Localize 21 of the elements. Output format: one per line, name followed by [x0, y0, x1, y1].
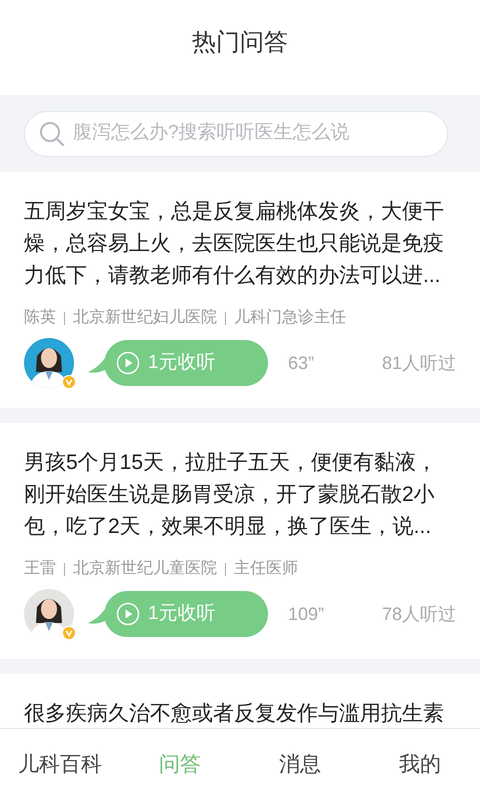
question-text[interactable]: 五周岁宝女宝，总是反复扁桃体发炎，大便干燥，总容易上火，去医院医生也只能说是免疫力低下，请教老师有什么有效的办法可以进...: [24, 196, 448, 292]
audio-duration: 63”: [288, 352, 316, 374]
audio-duration: 109”: [288, 602, 326, 626]
search-input: 腹泻怎么办?搜索听听医生怎么说: [73, 119, 433, 148]
search-icon: [39, 120, 65, 146]
doctor-name: 陈英: [24, 308, 56, 328]
tab[interactable]: 儿科百科: [18, 748, 102, 780]
doctor-title: 主任医师: [234, 558, 298, 579]
question-text[interactable]: 男孩5个月15天，拉肚子五天，便便有黏液，刚开始医生说是肠胃受凉，开了蒙脱石散2小包，吃了2天，效果不明显，换了医生，说...: [24, 447, 448, 543]
page-title: 热门问答: [192, 28, 288, 58]
listener-count: 81人听过: [382, 352, 456, 374]
play-icon: [116, 602, 140, 626]
play-icon: [116, 351, 140, 375]
search-field[interactable]: 腹泻怎么办?搜索听听医生怎么说: [24, 110, 448, 156]
tab[interactable]: 消息: [279, 748, 321, 780]
hospital-name: 北京新世纪儿童医院: [73, 558, 217, 579]
doctor-name: 王雷: [24, 559, 56, 579]
doctor-title: 儿科门急诊主任: [234, 308, 346, 328]
listener-count: 78人听过: [382, 602, 456, 626]
tab[interactable]: 我的: [399, 748, 441, 780]
hospital-name: 北京新世纪妇儿医院: [73, 308, 217, 328]
